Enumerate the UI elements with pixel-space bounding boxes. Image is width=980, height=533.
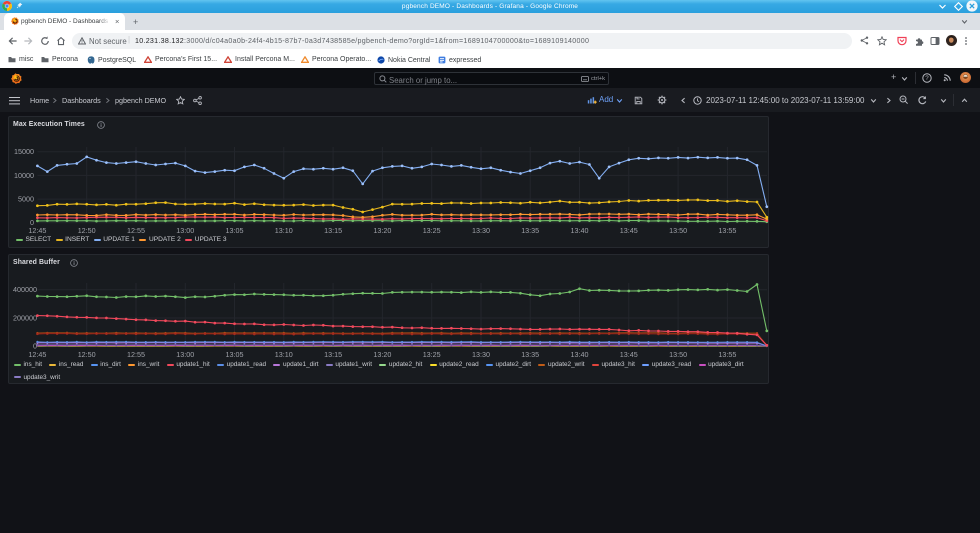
svg-text:13:10: 13:10 xyxy=(275,226,293,235)
svg-text:13:45: 13:45 xyxy=(620,350,638,359)
svg-text:13:20: 13:20 xyxy=(373,350,391,359)
svg-text:400000: 400000 xyxy=(13,285,37,294)
svg-text:13:30: 13:30 xyxy=(472,226,490,235)
svg-text:13:55: 13:55 xyxy=(718,226,736,235)
svg-text:12:50: 12:50 xyxy=(78,350,96,359)
svg-text:13:25: 13:25 xyxy=(423,226,441,235)
svg-text:12:55: 12:55 xyxy=(127,350,145,359)
svg-text:200000: 200000 xyxy=(13,313,37,322)
svg-text:13:15: 13:15 xyxy=(324,226,342,235)
svg-text:13:25: 13:25 xyxy=(423,350,441,359)
svg-text:13:50: 13:50 xyxy=(669,350,687,359)
svg-text:12:50: 12:50 xyxy=(78,226,96,235)
svg-text:13:55: 13:55 xyxy=(718,350,736,359)
svg-text:12:45: 12:45 xyxy=(28,350,46,359)
svg-text:13:40: 13:40 xyxy=(571,350,589,359)
svg-text:13:00: 13:00 xyxy=(176,226,194,235)
svg-text:13:40: 13:40 xyxy=(571,226,589,235)
svg-text:13:35: 13:35 xyxy=(521,350,539,359)
svg-text:13:05: 13:05 xyxy=(226,226,244,235)
svg-text:13:20: 13:20 xyxy=(373,226,391,235)
svg-text:13:30: 13:30 xyxy=(472,350,490,359)
svg-text:10000: 10000 xyxy=(14,171,34,180)
svg-text:15000: 15000 xyxy=(14,147,34,156)
svg-text:13:10: 13:10 xyxy=(275,350,293,359)
svg-text:12:45: 12:45 xyxy=(28,226,46,235)
svg-text:12:55: 12:55 xyxy=(127,226,145,235)
svg-text:13:05: 13:05 xyxy=(226,350,244,359)
svg-text:5000: 5000 xyxy=(18,195,34,204)
svg-text:13:35: 13:35 xyxy=(521,226,539,235)
svg-text:13:45: 13:45 xyxy=(620,226,638,235)
svg-text:13:00: 13:00 xyxy=(176,350,194,359)
svg-text:13:50: 13:50 xyxy=(669,226,687,235)
svg-text:13:15: 13:15 xyxy=(324,350,342,359)
svg-text:?: ? xyxy=(925,75,929,82)
